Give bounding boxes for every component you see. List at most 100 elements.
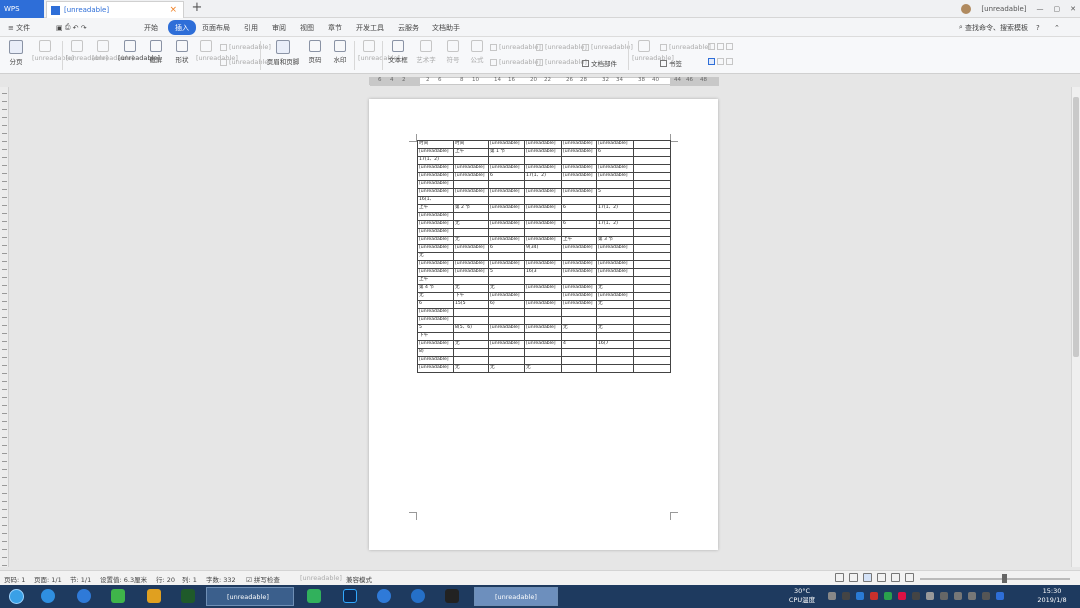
- table-cell[interactable]: 6: [488, 244, 525, 253]
- word-art-button[interactable]: 艺术字: [414, 37, 438, 64]
- table-cell[interactable]: [633, 196, 671, 205]
- table-cell[interactable]: [unreadable]: [596, 244, 634, 253]
- table-cell[interactable]: 无: [453, 236, 489, 245]
- layout-6-icon[interactable]: [726, 58, 733, 65]
- table-cell[interactable]: 时间: [417, 140, 454, 149]
- user-avatar[interactable]: [961, 4, 972, 14]
- table-cell[interactable]: 无: [453, 340, 489, 349]
- tray-icon[interactable]: [828, 592, 836, 600]
- object-button[interactable]: [unreadable]: [536, 43, 587, 51]
- document-tab[interactable]: [unreadable] ×: [46, 1, 184, 18]
- table-cell[interactable]: [unreadable]: [596, 140, 634, 149]
- web-view-icon[interactable]: [891, 573, 900, 582]
- table-cell[interactable]: [unreadable]: [453, 188, 489, 197]
- table-cell[interactable]: [unreadable]: [417, 260, 454, 269]
- table-cell[interactable]: 无: [596, 324, 634, 333]
- table-cell[interactable]: [453, 252, 489, 261]
- table-cell[interactable]: [unreadable]: [453, 244, 489, 253]
- table-cell[interactable]: [596, 356, 634, 365]
- table-cell[interactable]: [unreadable]: [488, 188, 525, 197]
- table-cell[interactable]: [453, 156, 489, 165]
- table-cell[interactable]: [633, 164, 671, 173]
- table-cell[interactable]: [unreadable]: [524, 148, 562, 157]
- taskbar-window-active[interactable]: [unreadable]: [474, 587, 558, 606]
- table-cell[interactable]: 17(1、2): [524, 172, 562, 181]
- table-cell[interactable]: 无: [596, 284, 634, 293]
- table-cell[interactable]: 第 4 节: [417, 284, 454, 293]
- table-cell[interactable]: 第 3 节: [596, 236, 634, 245]
- table-cell[interactable]: [unreadable]: [561, 140, 597, 149]
- attachment-button[interactable]: [unreadable]: [536, 58, 587, 66]
- table-cell[interactable]: [unreadable]: [524, 300, 562, 309]
- table-cell[interactable]: [488, 348, 525, 357]
- menu-item-cloud[interactable]: 云服务: [394, 20, 423, 35]
- taskbar-app[interactable]: [374, 587, 394, 606]
- table-cell[interactable]: [596, 316, 634, 325]
- table-cell[interactable]: [561, 228, 597, 237]
- table-cell[interactable]: [524, 180, 562, 189]
- taskbar-window[interactable]: [unreadable]: [206, 587, 294, 606]
- table-cell[interactable]: [unreadable]: [596, 268, 634, 277]
- table-cell[interactable]: 第 2 节: [453, 204, 489, 213]
- table-cell[interactable]: [633, 188, 671, 197]
- vertical-scrollbar[interactable]: [1071, 87, 1080, 567]
- table-cell[interactable]: 8): [417, 348, 454, 357]
- tray-icon[interactable]: [898, 592, 906, 600]
- table-cell[interactable]: [561, 196, 597, 205]
- reading-view-icon[interactable]: [849, 573, 858, 582]
- table-cell[interactable]: [unreadable]: [417, 228, 454, 237]
- table-cell[interactable]: [633, 324, 671, 333]
- first-letter-button[interactable]: [unreadable]: [490, 58, 541, 66]
- table-cell[interactable]: [633, 268, 671, 277]
- table-cell[interactable]: [596, 364, 634, 373]
- horizontal-ruler[interactable]: 6 4 2 2 6 8 10 14 16 20 22 26 28 32 34 3…: [0, 74, 1080, 87]
- table-cell[interactable]: [unreadable]: [488, 292, 525, 301]
- taskbar-app[interactable]: [442, 587, 462, 606]
- table-cell[interactable]: [453, 196, 489, 205]
- table-cell[interactable]: [unreadable]: [488, 140, 525, 149]
- table-cell[interactable]: [524, 252, 562, 261]
- table-cell[interactable]: [unreadable]: [561, 244, 597, 253]
- table-cell[interactable]: [561, 316, 597, 325]
- volume-icon[interactable]: [968, 592, 976, 600]
- table-cell[interactable]: [unreadable]: [596, 172, 634, 181]
- table-cell[interactable]: [unreadable]: [596, 292, 634, 301]
- table-cell[interactable]: [488, 252, 525, 261]
- redo-icon[interactable]: ↷: [81, 24, 89, 32]
- table-cell[interactable]: [unreadable]: [524, 236, 562, 245]
- table-cell[interactable]: [unreadable]: [596, 260, 634, 269]
- tray-icon[interactable]: [912, 592, 920, 600]
- table-cell[interactable]: [unreadable]: [417, 220, 454, 229]
- table-cell[interactable]: 16(3: [524, 268, 562, 277]
- full-screen-icon[interactable]: [835, 573, 844, 582]
- table-cell[interactable]: 无: [596, 300, 634, 309]
- menu-item-home[interactable]: 开始: [140, 20, 162, 35]
- table-cell[interactable]: 无: [417, 252, 454, 261]
- table-cell[interactable]: [453, 316, 489, 325]
- document-page[interactable]: 时间 时间 [unreadable] [unreadable] [unreadable]…: [369, 99, 718, 550]
- table-cell[interactable]: [unreadable]: [453, 164, 489, 173]
- table-cell[interactable]: [unreadable]: [488, 220, 525, 229]
- table-cell[interactable]: [561, 276, 597, 285]
- table-cell[interactable]: [524, 332, 562, 341]
- table-cell[interactable]: [unreadable]: [417, 188, 454, 197]
- table-cell[interactable]: [unreadable]: [417, 180, 454, 189]
- date-button[interactable]: [unreadable]: [582, 43, 633, 51]
- table-cell[interactable]: [unreadable]: [524, 284, 562, 293]
- table-cell[interactable]: 17(1、2): [417, 156, 454, 165]
- table-cell[interactable]: [453, 356, 489, 365]
- table-cell[interactable]: 无: [453, 364, 489, 373]
- table-cell[interactable]: [488, 228, 525, 237]
- table-cell[interactable]: 16(7: [596, 340, 634, 349]
- taskbar-app[interactable]: [304, 587, 324, 606]
- table-cell[interactable]: 上午: [453, 148, 489, 157]
- table-cell[interactable]: [596, 308, 634, 317]
- table-cell[interactable]: 上午: [417, 204, 454, 213]
- blank-page-button[interactable]: [unreadable]: [32, 37, 74, 62]
- table-cell[interactable]: [unreadable]: [453, 260, 489, 269]
- table-cell[interactable]: 上午: [561, 236, 597, 245]
- table-cell[interactable]: [561, 252, 597, 261]
- table-cell[interactable]: [488, 156, 525, 165]
- keyboard-icon[interactable]: [982, 592, 990, 600]
- scrollbar-thumb[interactable]: [1073, 97, 1079, 357]
